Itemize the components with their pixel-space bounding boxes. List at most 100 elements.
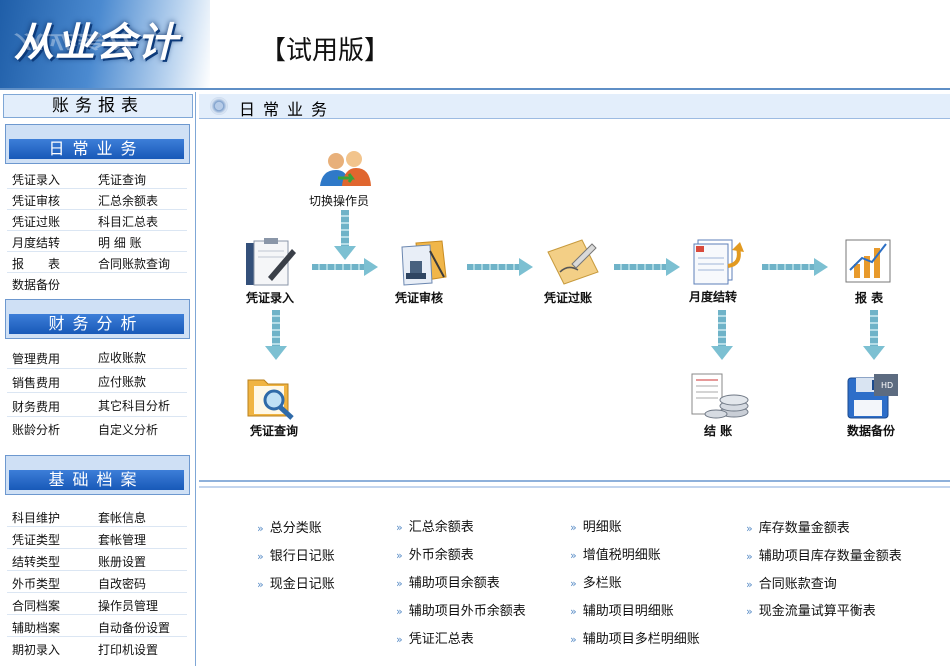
flow-arrow-down — [711, 310, 733, 360]
menu-voucher-posting[interactable]: 凭证过账 — [12, 213, 60, 230]
voucher-review-label[interactable]: 凭证审核 — [395, 289, 443, 306]
divider — [7, 548, 187, 549]
data-backup-label[interactable]: 数据备份 — [847, 422, 895, 439]
link-aux-foreign-balance[interactable]: » 辅助项目外币余额表 — [396, 600, 526, 619]
menu-voucher-query[interactable]: 凭证查询 — [98, 171, 146, 188]
gear-icon — [210, 97, 228, 115]
link-aux-inventory-amount[interactable]: » 辅助项目库存数量金额表 — [746, 545, 902, 564]
flow-arrow-down — [863, 310, 885, 360]
link-aux-balance[interactable]: » 辅助项目余额表 — [396, 572, 500, 591]
menu-ledger-info[interactable]: 套帐信息 — [98, 509, 146, 526]
menu-data-backup[interactable]: 数据备份 — [12, 276, 60, 293]
link-summary-balance[interactable]: » 汇总余额表 — [396, 516, 474, 535]
chevron-right-icon: » — [570, 605, 577, 618]
trial-version-label: 【试用版】 — [260, 36, 391, 66]
menu-currency-types[interactable]: 外币类型 — [12, 575, 60, 592]
divider — [7, 209, 187, 210]
divider — [7, 230, 187, 231]
menu-receivables[interactable]: 应收账款 — [98, 349, 146, 366]
divider — [7, 570, 187, 571]
link-aux-detail[interactable]: » 辅助项目明细账 — [570, 600, 674, 619]
section-base-records[interactable]: 基础档案 — [5, 455, 190, 495]
data-backup-icon[interactable]: HD — [844, 372, 902, 422]
menu-opening-entry[interactable]: 期初录入 — [12, 641, 60, 658]
menu-auto-backup[interactable]: 自动备份设置 — [98, 619, 170, 636]
menu-carryover-types[interactable]: 结转类型 — [12, 553, 60, 570]
menu-payables[interactable]: 应付账款 — [98, 373, 146, 390]
chevron-right-icon: » — [570, 577, 577, 590]
app-logo-reflection: 从业会计 — [14, 30, 134, 52]
menu-admin-expenses[interactable]: 管理费用 — [12, 350, 60, 367]
menu-account-maintenance[interactable]: 科目维护 — [12, 509, 60, 526]
voucher-posting-icon[interactable] — [542, 234, 602, 288]
menu-contract-query[interactable]: 合同账款查询 — [98, 255, 170, 272]
section-financial-analysis[interactable]: 财务分析 — [5, 299, 190, 339]
menu-voucher-review[interactable]: 凭证审核 — [12, 192, 60, 209]
menu-sales-expenses[interactable]: 销售费用 — [12, 374, 60, 391]
menu-operator-management[interactable]: 操作员管理 — [98, 597, 158, 614]
sidebar-title: 账务报表 — [3, 94, 193, 118]
menu-change-password[interactable]: 自改密码 — [98, 575, 146, 592]
divider — [7, 636, 187, 637]
voucher-query-label[interactable]: 凭证查询 — [250, 422, 298, 439]
section-daily-business[interactable]: 日常业务 — [5, 124, 190, 164]
link-bank-journal[interactable]: » 银行日记账 — [257, 545, 335, 564]
chevron-right-icon: » — [746, 550, 753, 563]
chevron-right-icon: » — [257, 522, 264, 535]
link-aux-multi-column[interactable]: » 辅助项目多栏明细账 — [570, 628, 700, 647]
voucher-entry-icon[interactable] — [240, 237, 304, 287]
menu-contract-records[interactable]: 合同档案 — [12, 597, 60, 614]
switch-operator-label[interactable]: 切换操作员 — [309, 192, 369, 209]
flow-arrow-right — [614, 258, 680, 276]
link-contract-query[interactable]: » 合同账款查询 — [746, 573, 837, 592]
menu-auxiliary-records[interactable]: 辅助档案 — [12, 619, 60, 636]
divider — [7, 368, 187, 369]
menu-summary-balance[interactable]: 汇总余额表 — [98, 192, 158, 209]
menu-reports[interactable]: 报 表 — [12, 255, 60, 272]
close-books-label[interactable]: 结 账 — [704, 422, 732, 439]
divider — [7, 614, 187, 615]
flow-arrow-down — [334, 210, 356, 260]
menu-voucher-types[interactable]: 凭证类型 — [12, 531, 60, 548]
voucher-entry-label[interactable]: 凭证录入 — [246, 289, 294, 306]
month-end-label[interactable]: 月度结转 — [689, 288, 737, 305]
flow-arrow-right — [312, 258, 378, 276]
link-foreign-balance[interactable]: » 外币余额表 — [396, 544, 474, 563]
flow-arrow-down — [265, 310, 287, 360]
voucher-review-icon[interactable] — [392, 237, 452, 287]
divider — [7, 526, 187, 527]
month-end-icon[interactable] — [688, 236, 748, 286]
link-multi-column[interactable]: » 多栏账 — [570, 572, 622, 591]
menu-month-end[interactable]: 月度结转 — [12, 234, 60, 251]
link-inventory-amount[interactable]: » 库存数量金额表 — [746, 517, 850, 536]
close-books-icon[interactable] — [686, 370, 752, 422]
link-detail-ledger[interactable]: » 明细账 — [570, 516, 622, 535]
main-title: 日常业务 — [239, 100, 336, 119]
menu-aging-analysis[interactable]: 账龄分析 — [12, 421, 60, 438]
menu-printer-settings[interactable]: 打印机设置 — [98, 641, 158, 658]
menu-account-summary[interactable]: 科目汇总表 — [98, 213, 158, 230]
menu-ledger-management[interactable]: 套帐管理 — [98, 531, 146, 548]
chevron-right-icon: » — [396, 633, 403, 646]
reports-icon[interactable] — [842, 236, 898, 286]
section-title: 财务分析 — [9, 314, 184, 334]
chevron-right-icon: » — [746, 605, 753, 618]
menu-custom-analysis[interactable]: 自定义分析 — [98, 421, 158, 438]
divider — [7, 392, 187, 393]
reports-label[interactable]: 报 表 — [855, 289, 883, 306]
chevron-right-icon: » — [570, 549, 577, 562]
divider — [7, 251, 187, 252]
menu-voucher-entry[interactable]: 凭证录入 — [12, 171, 60, 188]
menu-book-settings[interactable]: 账册设置 — [98, 553, 146, 570]
link-vat-detail[interactable]: » 增值税明细账 — [570, 544, 661, 563]
voucher-query-icon[interactable] — [244, 372, 302, 422]
menu-other-accounts[interactable]: 其它科目分析 — [98, 397, 170, 414]
link-cashflow-trial[interactable]: » 现金流量试算平衡表 — [746, 600, 876, 619]
link-voucher-summary[interactable]: » 凭证汇总表 — [396, 628, 474, 647]
link-cash-journal[interactable]: » 现金日记账 — [257, 573, 335, 592]
menu-finance-expenses[interactable]: 财务费用 — [12, 398, 60, 415]
switch-operator-icon[interactable] — [316, 150, 374, 190]
link-general-ledger[interactable]: » 总分类账 — [257, 517, 322, 536]
voucher-posting-label[interactable]: 凭证过账 — [544, 289, 592, 306]
menu-detail-ledger[interactable]: 明 细 账 — [98, 234, 142, 251]
